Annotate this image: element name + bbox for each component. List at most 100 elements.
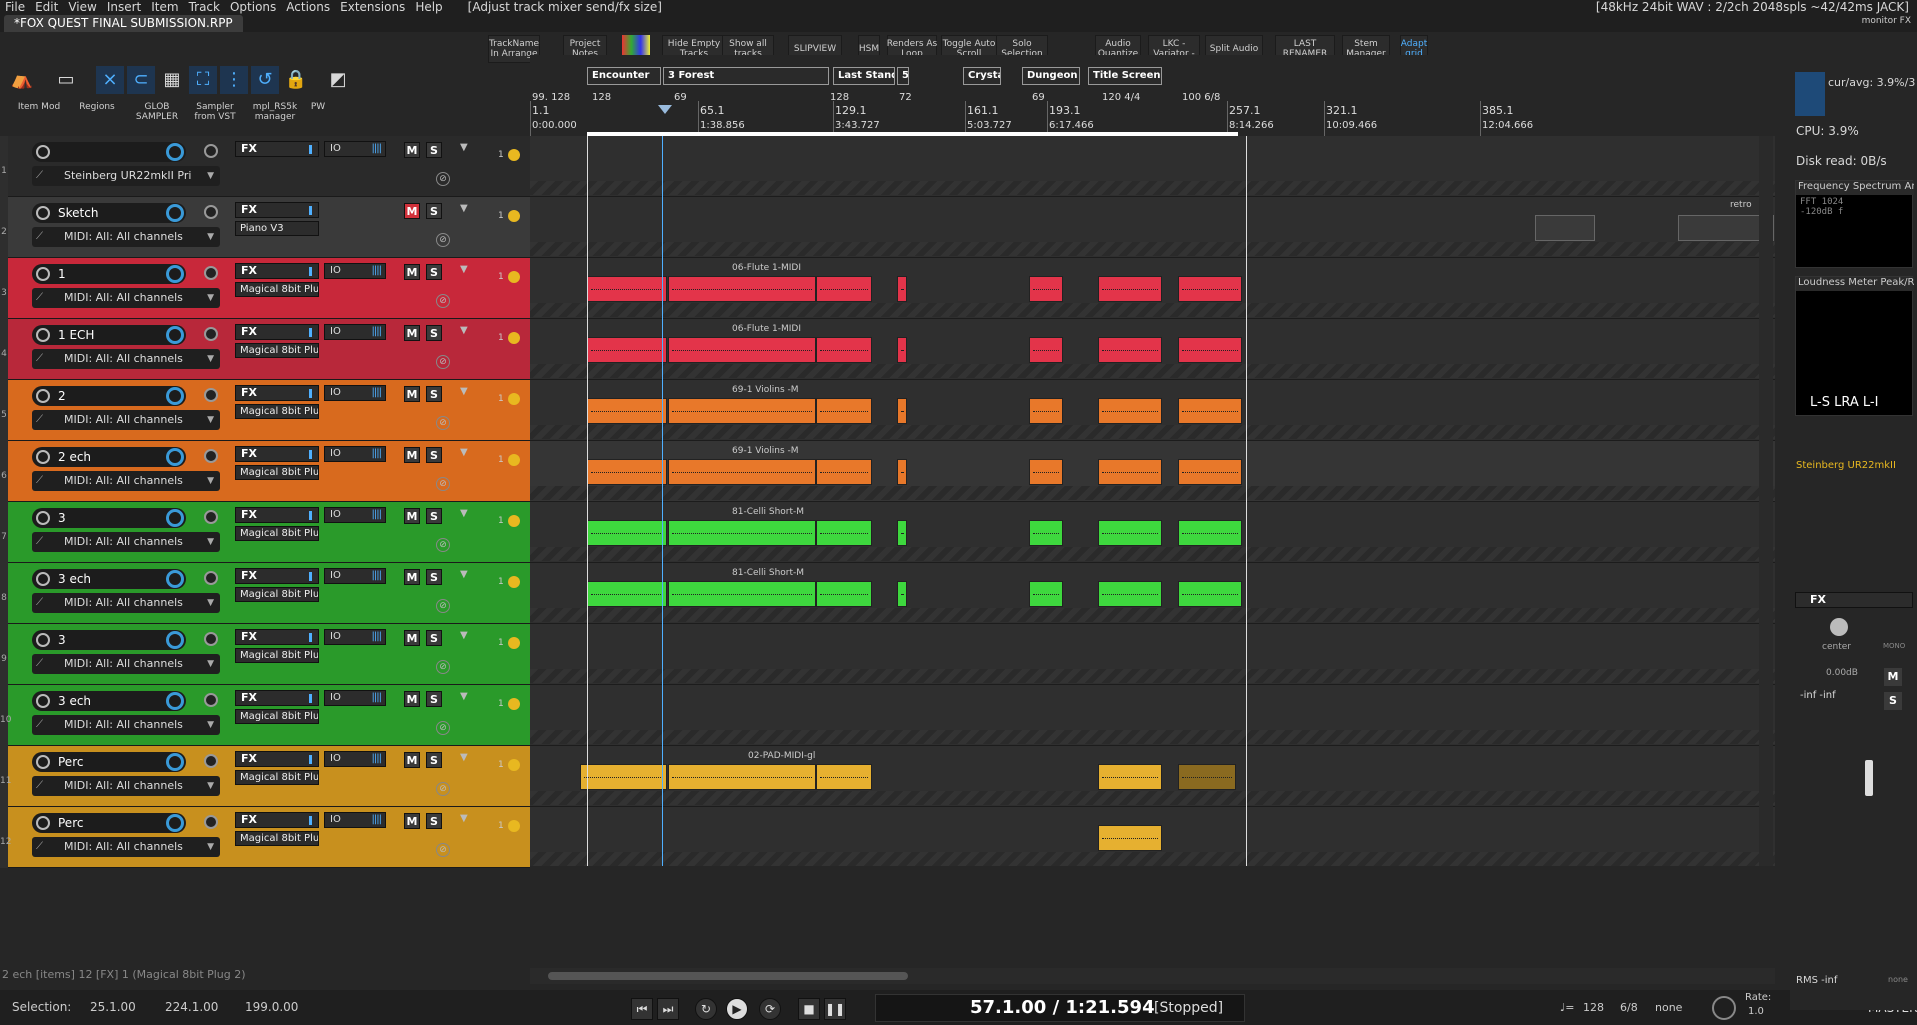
volume-knob[interactable] bbox=[166, 814, 184, 832]
midi-item[interactable] bbox=[816, 276, 872, 302]
midi-item[interactable] bbox=[1178, 459, 1242, 485]
region-1[interactable]: 3 Forest bbox=[663, 67, 829, 85]
input-routing[interactable]: ⟋ MIDI: All: All channels ▼ bbox=[32, 410, 220, 430]
menu-insert[interactable]: Insert bbox=[102, 0, 146, 14]
toolbar-label-2[interactable]: GLOB SAMPLER bbox=[130, 102, 184, 122]
phase-icon[interactable]: ⊘ bbox=[436, 477, 450, 491]
midi-item[interactable] bbox=[897, 276, 907, 302]
fx-plugin-slot[interactable]: Magical 8bit Plug bbox=[235, 587, 319, 602]
ripple-icon[interactable]: ⨯ bbox=[96, 66, 124, 94]
pan-knob[interactable] bbox=[204, 388, 218, 402]
chevron-down-icon[interactable]: ▼ bbox=[207, 776, 214, 796]
chevron-down-icon[interactable]: ▼ bbox=[207, 715, 214, 735]
track-9[interactable]: 9 3 FX IO Magical 8bit Plug ⟋ MIDI: All: All c… bbox=[0, 624, 530, 685]
fx-plugin-slot[interactable]: Magical 8bit Plug bbox=[235, 831, 319, 846]
pan-knob[interactable] bbox=[204, 327, 218, 341]
solo-button[interactable]: S bbox=[426, 691, 442, 707]
track-11[interactable]: 11 Perc FX IO Magical 8bit Plug ⟋ MIDI: All: A… bbox=[0, 746, 530, 807]
record-arm-icon[interactable] bbox=[36, 694, 50, 708]
midi-item[interactable] bbox=[1098, 459, 1162, 485]
record-monitor-icon[interactable] bbox=[508, 637, 520, 649]
input-routing[interactable]: ⟋ MIDI: All: All channels ▼ bbox=[32, 776, 220, 796]
link-icon[interactable]: ⊂ bbox=[127, 66, 155, 94]
record-monitor-icon[interactable] bbox=[508, 820, 520, 832]
track-menu-icon[interactable]: ▼ bbox=[460, 203, 468, 214]
track-menu-icon[interactable]: ▼ bbox=[460, 142, 468, 153]
chevron-down-icon[interactable]: ▼ bbox=[207, 654, 214, 674]
mute-button[interactable]: M bbox=[404, 142, 420, 158]
volume-knob[interactable] bbox=[166, 448, 184, 466]
snap-icon[interactable]: ⋮ bbox=[220, 66, 248, 94]
region-0[interactable]: Encounter bbox=[587, 67, 661, 85]
region-5[interactable]: Dungeon bbox=[1022, 67, 1080, 85]
record-monitor-icon[interactable] bbox=[508, 271, 520, 283]
track-5[interactable]: 5 2 FX IO Magical 8bit Plug ⟋ MIDI: All: All c… bbox=[0, 380, 530, 441]
record-monitor-icon[interactable] bbox=[508, 576, 520, 588]
project-tab[interactable]: *FOX QUEST FINAL SUBMISSION.RPP bbox=[4, 15, 243, 32]
fx-button[interactable]: FX bbox=[235, 507, 319, 523]
fx-button[interactable]: FX bbox=[235, 812, 319, 828]
arrange-view[interactable]: 06-Flute 1-MIDI 06-Flute 1-MIDI 69-1 Violi… bbox=[530, 136, 1775, 866]
solo-button[interactable]: S bbox=[426, 264, 442, 280]
sketch-item[interactable] bbox=[1535, 215, 1595, 241]
record-monitor-icon[interactable] bbox=[508, 332, 520, 344]
track-6[interactable]: 6 2 ech FX IO Magical 8bit Plug ⟋ MIDI: All: A… bbox=[0, 441, 530, 502]
region-select-icon[interactable]: ▭ bbox=[52, 66, 80, 94]
envelope-icon[interactable]: ⟋ bbox=[36, 352, 52, 366]
time-signature[interactable]: 6/8 bbox=[1620, 1001, 1638, 1014]
midi-item[interactable] bbox=[816, 764, 872, 790]
track-name-field[interactable]: 1 ECH bbox=[32, 325, 186, 345]
mute-button[interactable]: M bbox=[404, 264, 420, 280]
record-monitor-icon[interactable] bbox=[508, 210, 520, 222]
playhead-marker[interactable] bbox=[658, 105, 672, 114]
tempo-marker-4[interactable]: 72 bbox=[899, 92, 912, 103]
fx-button[interactable]: FX bbox=[235, 568, 319, 584]
solo-button[interactable]: S bbox=[426, 203, 442, 219]
volume-knob[interactable] bbox=[166, 570, 184, 588]
track-name-field[interactable]: Sketch bbox=[32, 203, 186, 223]
pan-knob[interactable] bbox=[204, 205, 218, 219]
record-arm-icon[interactable] bbox=[36, 206, 50, 220]
record-monitor-icon[interactable] bbox=[508, 393, 520, 405]
fx-plugin-slot[interactable]: Magical 8bit Plug bbox=[235, 404, 319, 419]
solo-button[interactable]: S bbox=[426, 813, 442, 829]
master-fx-button[interactable]: FX bbox=[1795, 592, 1913, 608]
record-arm-icon[interactable] bbox=[36, 328, 50, 342]
midi-item[interactable] bbox=[816, 520, 872, 546]
fx-plugin-slot[interactable]: Magical 8bit Plug bbox=[235, 465, 319, 480]
fx-plugin-slot[interactable]: Magical 8bit Plug bbox=[235, 770, 319, 785]
track-menu-icon[interactable]: ▼ bbox=[460, 447, 468, 458]
record-monitor-icon[interactable] bbox=[508, 515, 520, 527]
mono-label[interactable]: MONO bbox=[1883, 642, 1905, 650]
fx-button[interactable]: FX bbox=[235, 141, 319, 157]
pan-knob[interactable] bbox=[204, 754, 218, 768]
vertical-scrollbar[interactable] bbox=[1759, 136, 1773, 866]
mute-button[interactable]: M bbox=[404, 813, 420, 829]
tempo-marker-3[interactable]: 128 bbox=[830, 92, 849, 103]
io-button[interactable]: IO bbox=[324, 141, 386, 157]
tempo-marker-0[interactable]: 99. 128 bbox=[532, 92, 570, 103]
io-button[interactable]: IO bbox=[324, 324, 386, 340]
envelope-icon[interactable]: ⟋ bbox=[36, 535, 52, 549]
midi-item[interactable] bbox=[1029, 337, 1063, 363]
solo-button[interactable]: S bbox=[426, 630, 442, 646]
audio-status[interactable]: [48kHz 24bit WAV : 2/2ch 2048spls ~42/42… bbox=[1596, 0, 1917, 14]
go-end-button[interactable]: ⏭ bbox=[657, 998, 679, 1020]
track-name-field[interactable]: 2 bbox=[32, 386, 186, 406]
track-7[interactable]: 7 3 FX IO Magical 8bit Plug ⟋ MIDI: All: All c… bbox=[0, 502, 530, 563]
track-menu-icon[interactable]: ▼ bbox=[460, 569, 468, 580]
mute-button[interactable]: M bbox=[404, 386, 420, 402]
pan-knob[interactable] bbox=[204, 144, 218, 158]
menu-track[interactable]: Track bbox=[184, 0, 225, 14]
fx-plugin-slot[interactable]: Magical 8bit Plug bbox=[235, 709, 319, 724]
pan-knob[interactable] bbox=[204, 510, 218, 524]
track-menu-icon[interactable]: ▼ bbox=[460, 325, 468, 336]
menu-edit[interactable]: Edit bbox=[30, 0, 63, 14]
chevron-down-icon[interactable]: ▼ bbox=[207, 349, 214, 369]
envelope-icon[interactable]: ⟋ bbox=[36, 230, 52, 244]
phase-icon[interactable]: ⊘ bbox=[436, 660, 450, 674]
midi-item[interactable] bbox=[668, 764, 816, 790]
midi-item[interactable] bbox=[897, 459, 907, 485]
solo-button[interactable]: S bbox=[426, 508, 442, 524]
chevron-down-icon[interactable]: ▼ bbox=[207, 593, 214, 613]
